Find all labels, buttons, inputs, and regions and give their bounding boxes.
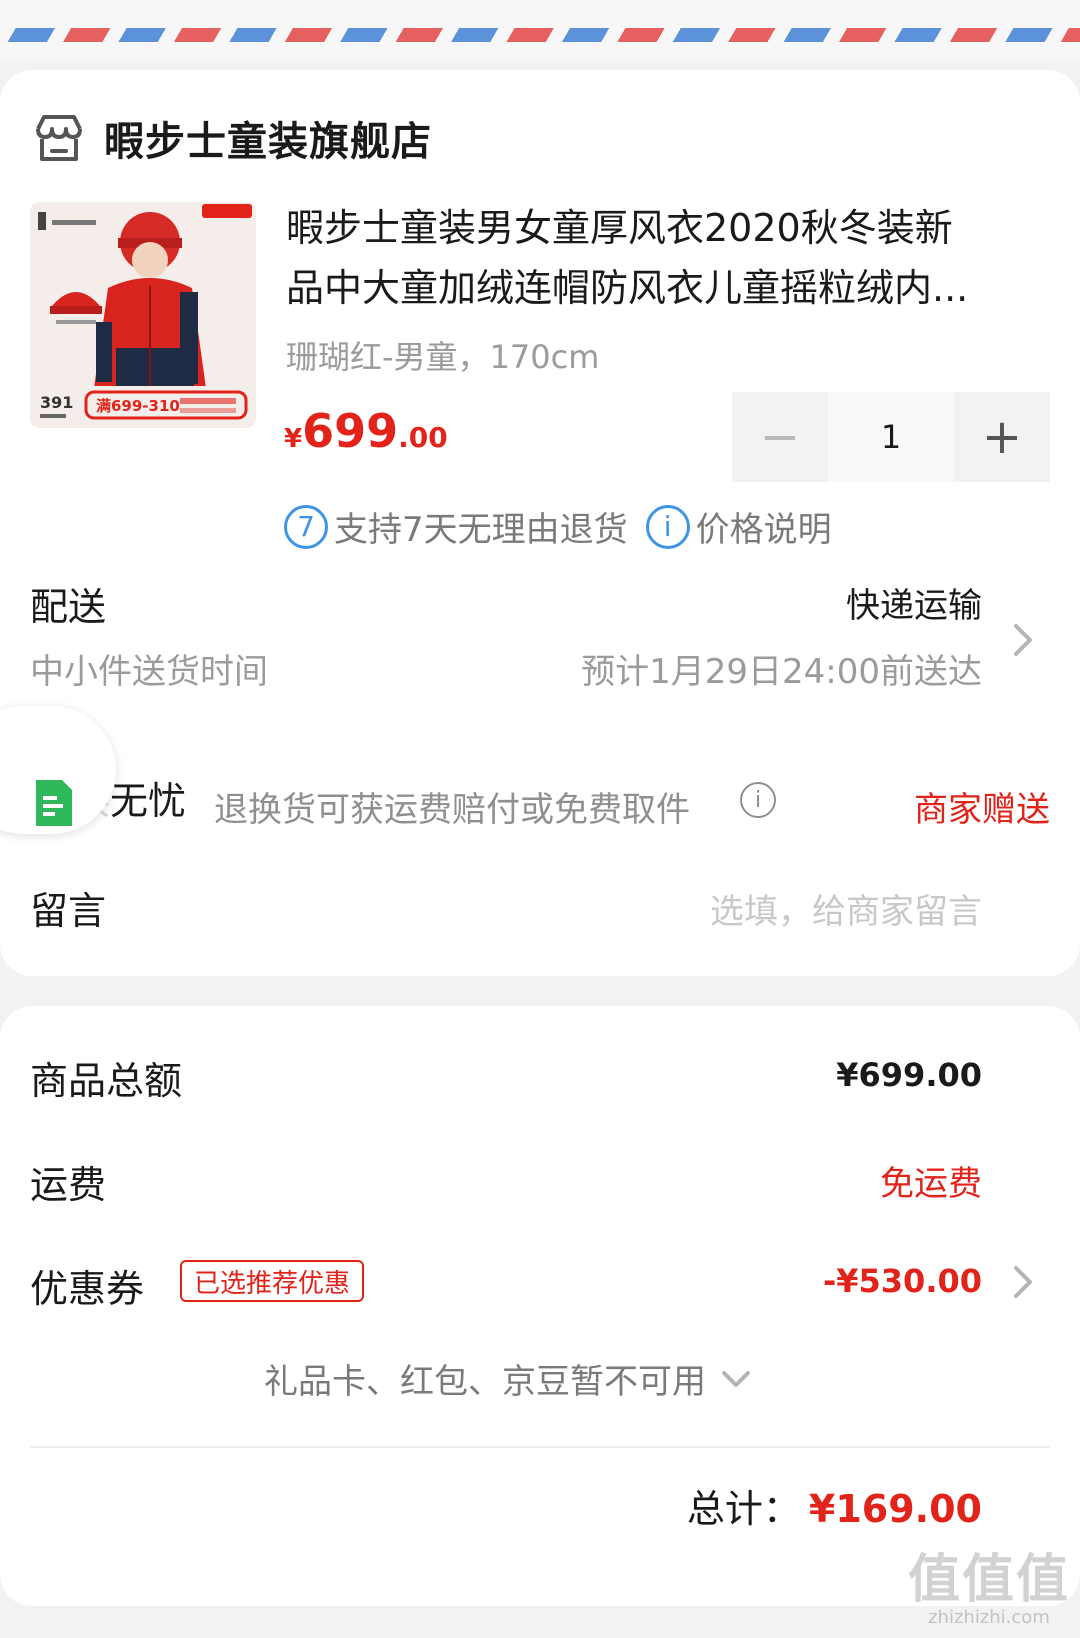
service-row: 7 支持7天无理由退货 i 价格说明 [284,502,832,551]
order-item-card: 暇步士童装旗舰店 满699-310 391 暇步士童装男女童厚风衣2020秋冬装… [0,70,1080,976]
seven-day-return-text[interactable]: 支持7天无理由退货 [334,502,628,551]
product-image-badge: 391 [40,393,73,412]
coupon-recommended-tag: 已选推荐优惠 [180,1260,365,1302]
delivery-label: 配送 [30,585,107,629]
worry-free-info-icon[interactable]: i [740,782,776,818]
summary-divider [30,1446,1050,1448]
price-explanation-link[interactable]: 价格说明 [696,502,832,551]
quantity-minus-button[interactable]: − [732,392,828,482]
airmail-border [0,0,1080,60]
total-label: 总计： [686,1487,801,1531]
message-input[interactable]: 选填，给商家留言 [710,884,982,933]
worry-free-description: 退换货可获运费赔付或免费取件 [214,790,690,830]
store-name: 暇步士童装旗舰店 [104,119,432,165]
price-integer: 699 [302,404,399,458]
chevron-right-icon[interactable] [1008,618,1038,662]
coupon-chevron-right-icon[interactable] [1008,1260,1038,1304]
price-currency: ¥ [284,424,303,454]
message-label: 留言 [30,889,107,933]
info-icon: i [645,504,690,549]
quantity-plus-button[interactable]: + [954,392,1050,482]
quantity-input[interactable]: 1 [828,392,954,482]
order-summary-card: 商品总额 ¥699.00 运费 免运费 优惠券 已选推荐优惠 -¥530.00 … [0,1006,1080,1606]
chevron-down-icon [722,1370,750,1387]
product-price: ¥ 699 .00 [284,404,448,458]
site-watermark: 值值值 zhizhizhi.com [908,1552,1070,1628]
merchant-gift-badge: 商家赠送 [914,790,1050,830]
price-decimal: .00 [398,421,448,454]
watermark-logo: 值值值 [907,1550,1070,1610]
product-title-line-2: 品中大童加绒连帽防风衣儿童摇粒绒内... [286,266,969,310]
product-title[interactable]: 暇步士童装男女童厚风衣2020秋冬装新 品中大童加绒连帽防风衣儿童摇粒绒内... [286,198,1046,318]
quantity-stepper: − 1 + [732,392,1050,482]
store-header[interactable]: 暇步士童装旗舰店 [32,108,432,168]
product-image-graphic: 满699-310 391 [30,202,256,428]
unavailable-payments-toggle[interactable]: 礼品卡、红包、京豆暂不可用 [264,1354,752,1403]
product-image[interactable]: 满699-310 391 [30,202,256,428]
delivery-estimate[interactable]: 预计1月29日24:00前送达 [581,644,982,693]
seven-day-return-icon: 7 [284,504,328,549]
product-spec[interactable]: 珊瑚红-男童，170cm [286,332,599,378]
coupon-label: 优惠券 [30,1267,145,1311]
store-icon [36,115,82,161]
goods-total-value: ¥699.00 [836,1056,982,1094]
unavailable-payments-text: 礼品卡、红包、京豆暂不可用 [264,1362,706,1402]
product-title-line-1: 暇步士童装男女童厚风衣2020秋冬装新 [286,206,953,250]
product-image-promo: 满699-310 [96,397,180,415]
shipping-value: 免运费 [880,1164,982,1204]
delivery-time-label: 中小件送货时间 [30,652,268,692]
order-total: 总计： ¥169.00 [687,1478,982,1533]
document-icon[interactable] [36,780,72,826]
worry-free-label: 无忧 [110,779,187,823]
airmail-stripes [0,28,1080,42]
shipping-label: 运费 [30,1163,107,1207]
goods-total-label: 商品总额 [30,1059,183,1103]
delivery-method[interactable]: 快递运输 [846,578,982,627]
total-value: ¥169.00 [808,1487,982,1531]
watermark-url: zhizhizhi.com [928,1607,1050,1628]
coupon-value[interactable]: -¥530.00 [823,1262,982,1300]
